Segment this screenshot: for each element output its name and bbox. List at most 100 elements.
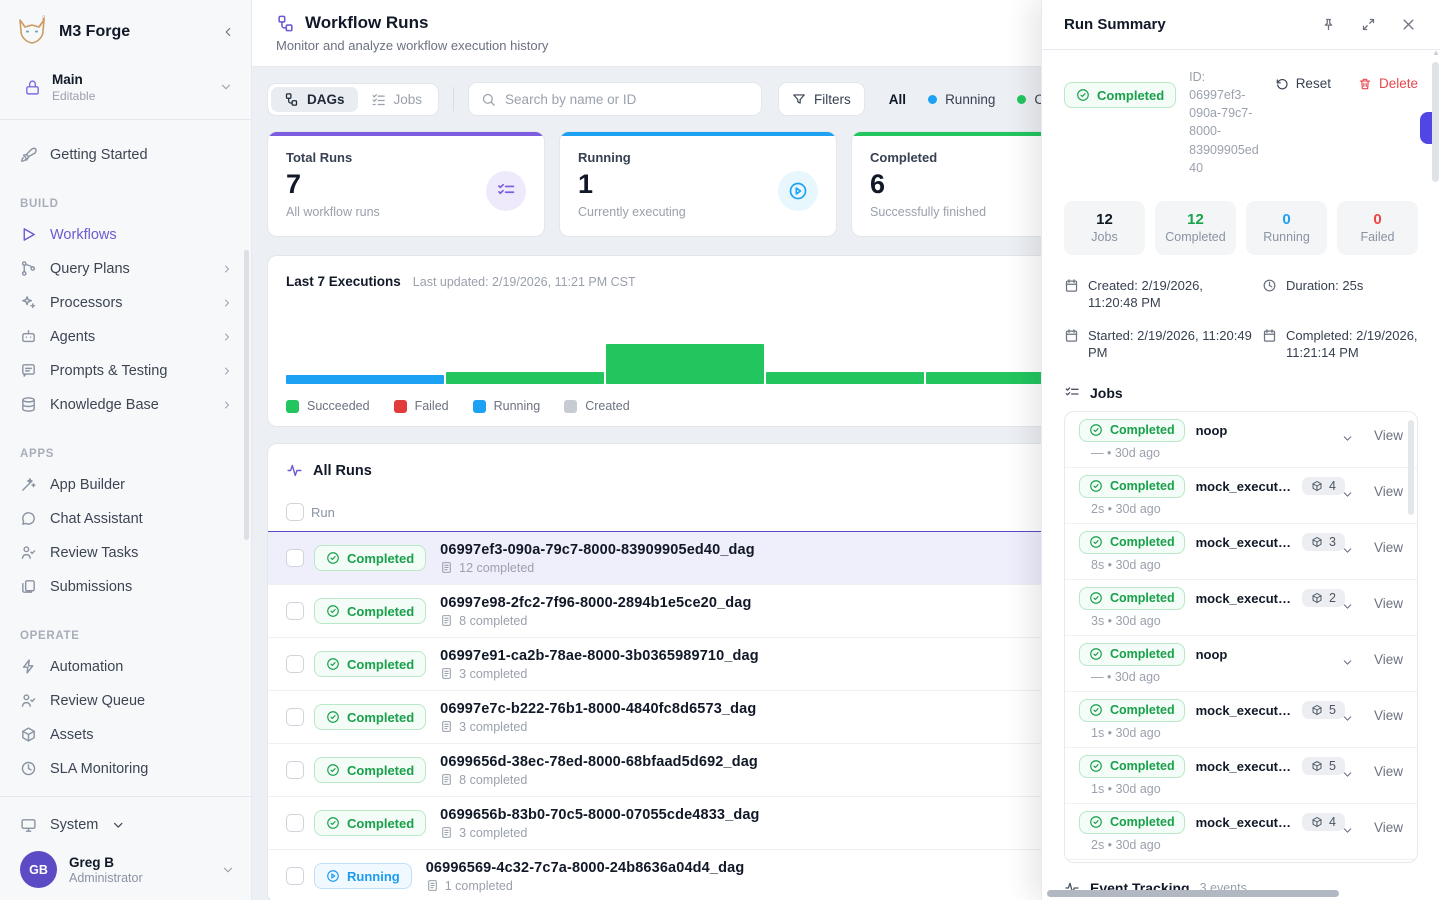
execution-bar[interactable] <box>606 344 764 384</box>
sidebar-collapse-button[interactable] <box>221 25 235 39</box>
job-view-link[interactable]: View <box>1374 764 1403 779</box>
chevron-down-icon[interactable] <box>1341 712 1354 725</box>
running-dot <box>928 95 937 104</box>
asset-count-chip: 2 <box>1302 589 1345 607</box>
job-row[interactable]: Completedmock_execut…42s • 30d agoView <box>1065 468 1417 524</box>
sidebar-item-review-tasks[interactable]: Review Tasks <box>16 536 237 570</box>
expand-icon[interactable] <box>1361 17 1376 32</box>
row-checkbox[interactable] <box>286 602 304 620</box>
funnel-icon <box>792 92 806 106</box>
panel-vscrollbar-thumb[interactable] <box>1432 62 1439 182</box>
sparkles-icon <box>20 294 37 311</box>
segment-jobs[interactable]: Jobs <box>358 87 436 112</box>
chevron-down-icon[interactable] <box>1341 656 1354 669</box>
job-view-link[interactable]: View <box>1374 540 1403 555</box>
sidebar-item-system[interactable]: System <box>20 807 235 843</box>
legend-created: Created <box>564 399 629 413</box>
sidebar-item-review-queue[interactable]: Review Queue <box>16 684 237 718</box>
bot-icon <box>20 328 37 345</box>
status-badge: Completed <box>1079 587 1185 610</box>
workspace-name: Main <box>52 72 95 89</box>
sidebar-item-automation[interactable]: Automation <box>16 650 237 684</box>
filters-button[interactable]: Filters <box>778 82 865 116</box>
job-view-link[interactable]: View <box>1374 484 1403 499</box>
segment-dags[interactable]: DAGs <box>271 87 358 112</box>
sidebar-item-app-builder[interactable]: App Builder <box>16 468 237 502</box>
sidebar-item-knowledge-base[interactable]: Knowledge Base <box>16 388 237 422</box>
row-checkbox[interactable] <box>286 549 304 567</box>
sidebar-item-assets[interactable]: Assets <box>16 718 237 752</box>
row-checkbox[interactable] <box>286 708 304 726</box>
sidebar-item-label: App Builder <box>50 477 125 493</box>
pin-icon[interactable] <box>1321 17 1336 32</box>
select-all-checkbox[interactable] <box>286 503 304 521</box>
job-view-link[interactable]: View <box>1374 708 1403 723</box>
panel-horizontal-scrollbar[interactable] <box>1047 890 1427 897</box>
chevron-down-icon[interactable] <box>1341 544 1354 557</box>
sidebar-item-prompts-testing[interactable]: Prompts & Testing <box>16 354 237 388</box>
execution-bar[interactable] <box>446 372 604 384</box>
sidebar-item-chat-assistant[interactable]: Chat Assistant <box>16 502 237 536</box>
sidebar-item-label: Submissions <box>50 579 132 595</box>
row-checkbox[interactable] <box>286 867 304 885</box>
svg-text:3: 3 <box>42 16 46 22</box>
run-name: 0699656d-38ec-78ed-8000-68bfaad5d692_dag <box>440 754 1120 770</box>
delete-button[interactable]: Delete <box>1358 76 1418 91</box>
check-circle-icon <box>326 604 340 618</box>
execution-bar[interactable] <box>286 375 444 384</box>
sidebar-item-getting-started[interactable]: Getting Started <box>16 138 237 172</box>
sidebar-item-workflows[interactable]: Workflows <box>16 218 237 252</box>
job-row[interactable]: Completedmock_execut…38s • 30d agoView <box>1065 524 1417 580</box>
job-view-link[interactable]: View <box>1374 428 1403 443</box>
stat-label: Running <box>578 150 818 165</box>
job-row[interactable]: Completednoop— • 30d agoView <box>1065 636 1417 692</box>
chevron-down-icon[interactable] <box>1341 488 1354 501</box>
job-view-link[interactable]: View <box>1374 820 1403 835</box>
chevron-down-icon[interactable] <box>1341 824 1354 837</box>
row-checkbox[interactable] <box>286 655 304 673</box>
meta-created: Created: 2/19/2026, 11:20:48 PM <box>1064 277 1256 312</box>
check-circle-icon <box>326 657 340 671</box>
job-view-link[interactable]: View <box>1374 596 1403 611</box>
checklist-icon <box>371 92 386 107</box>
row-checkbox[interactable] <box>286 761 304 779</box>
sidebar-item-submissions[interactable]: Submissions <box>16 570 237 604</box>
job-row[interactable]: Completedmock_execut…23s • 30d agoView <box>1065 580 1417 636</box>
job-row[interactable]: Completed <box>1065 860 1417 863</box>
job-row[interactable]: Completedmock_execut…51s • 30d agoView <box>1065 748 1417 804</box>
panel-vertical-scrollbar[interactable]: ▲ <box>1432 54 1439 896</box>
row-checkbox[interactable] <box>286 814 304 832</box>
section-label-operate: OPERATE <box>20 630 237 642</box>
filter-running[interactable]: Running <box>928 92 995 107</box>
sidebar-item-sla-monitoring[interactable]: SLA Monitoring <box>16 752 237 786</box>
run-sub: 12 completed <box>440 561 1120 575</box>
status-badge: Completed <box>1079 531 1185 554</box>
job-row[interactable]: Completedmock_execut…51s • 30d agoView <box>1065 692 1417 748</box>
close-icon[interactable] <box>1401 17 1416 32</box>
chevron-down-icon[interactable] <box>1341 432 1354 445</box>
sidebar-item-agents[interactable]: Agents <box>16 320 237 354</box>
jobs-scrollbar-thumb[interactable] <box>1408 420 1414 515</box>
sidebar-item-query-plans[interactable]: Query Plans <box>16 252 237 286</box>
chevron-down-icon[interactable] <box>1341 768 1354 781</box>
sidebar-item-processors[interactable]: Processors <box>16 286 237 320</box>
job-row[interactable]: Completedmock_execut…42s • 30d agoView <box>1065 804 1417 860</box>
box-icon <box>1311 536 1323 548</box>
job-view-link[interactable]: View <box>1374 652 1403 667</box>
user-menu[interactable]: GB Greg B Administrator <box>20 851 235 888</box>
legend-succeeded: Succeeded <box>286 399 370 413</box>
fox-logo-icon: 3 <box>15 15 49 50</box>
chevron-down-icon[interactable] <box>1341 600 1354 613</box>
panel-hscrollbar-thumb[interactable] <box>1047 890 1339 897</box>
check-circle-icon <box>1089 703 1103 717</box>
workspace-switcher[interactable]: Main Editable <box>0 64 251 120</box>
activity-icon <box>286 462 303 479</box>
reset-button[interactable]: Reset <box>1275 76 1331 91</box>
search-input[interactable] <box>505 92 749 107</box>
filter-all[interactable]: All <box>889 92 906 107</box>
job-row[interactable]: Completednoop— • 30d agoView <box>1065 412 1417 468</box>
execution-bar[interactable] <box>766 372 924 384</box>
sidebar-scrollbar-thumb[interactable] <box>244 250 249 540</box>
sidebar-scrollbar[interactable] <box>244 250 249 796</box>
sidebar-item-label: Knowledge Base <box>50 397 159 413</box>
